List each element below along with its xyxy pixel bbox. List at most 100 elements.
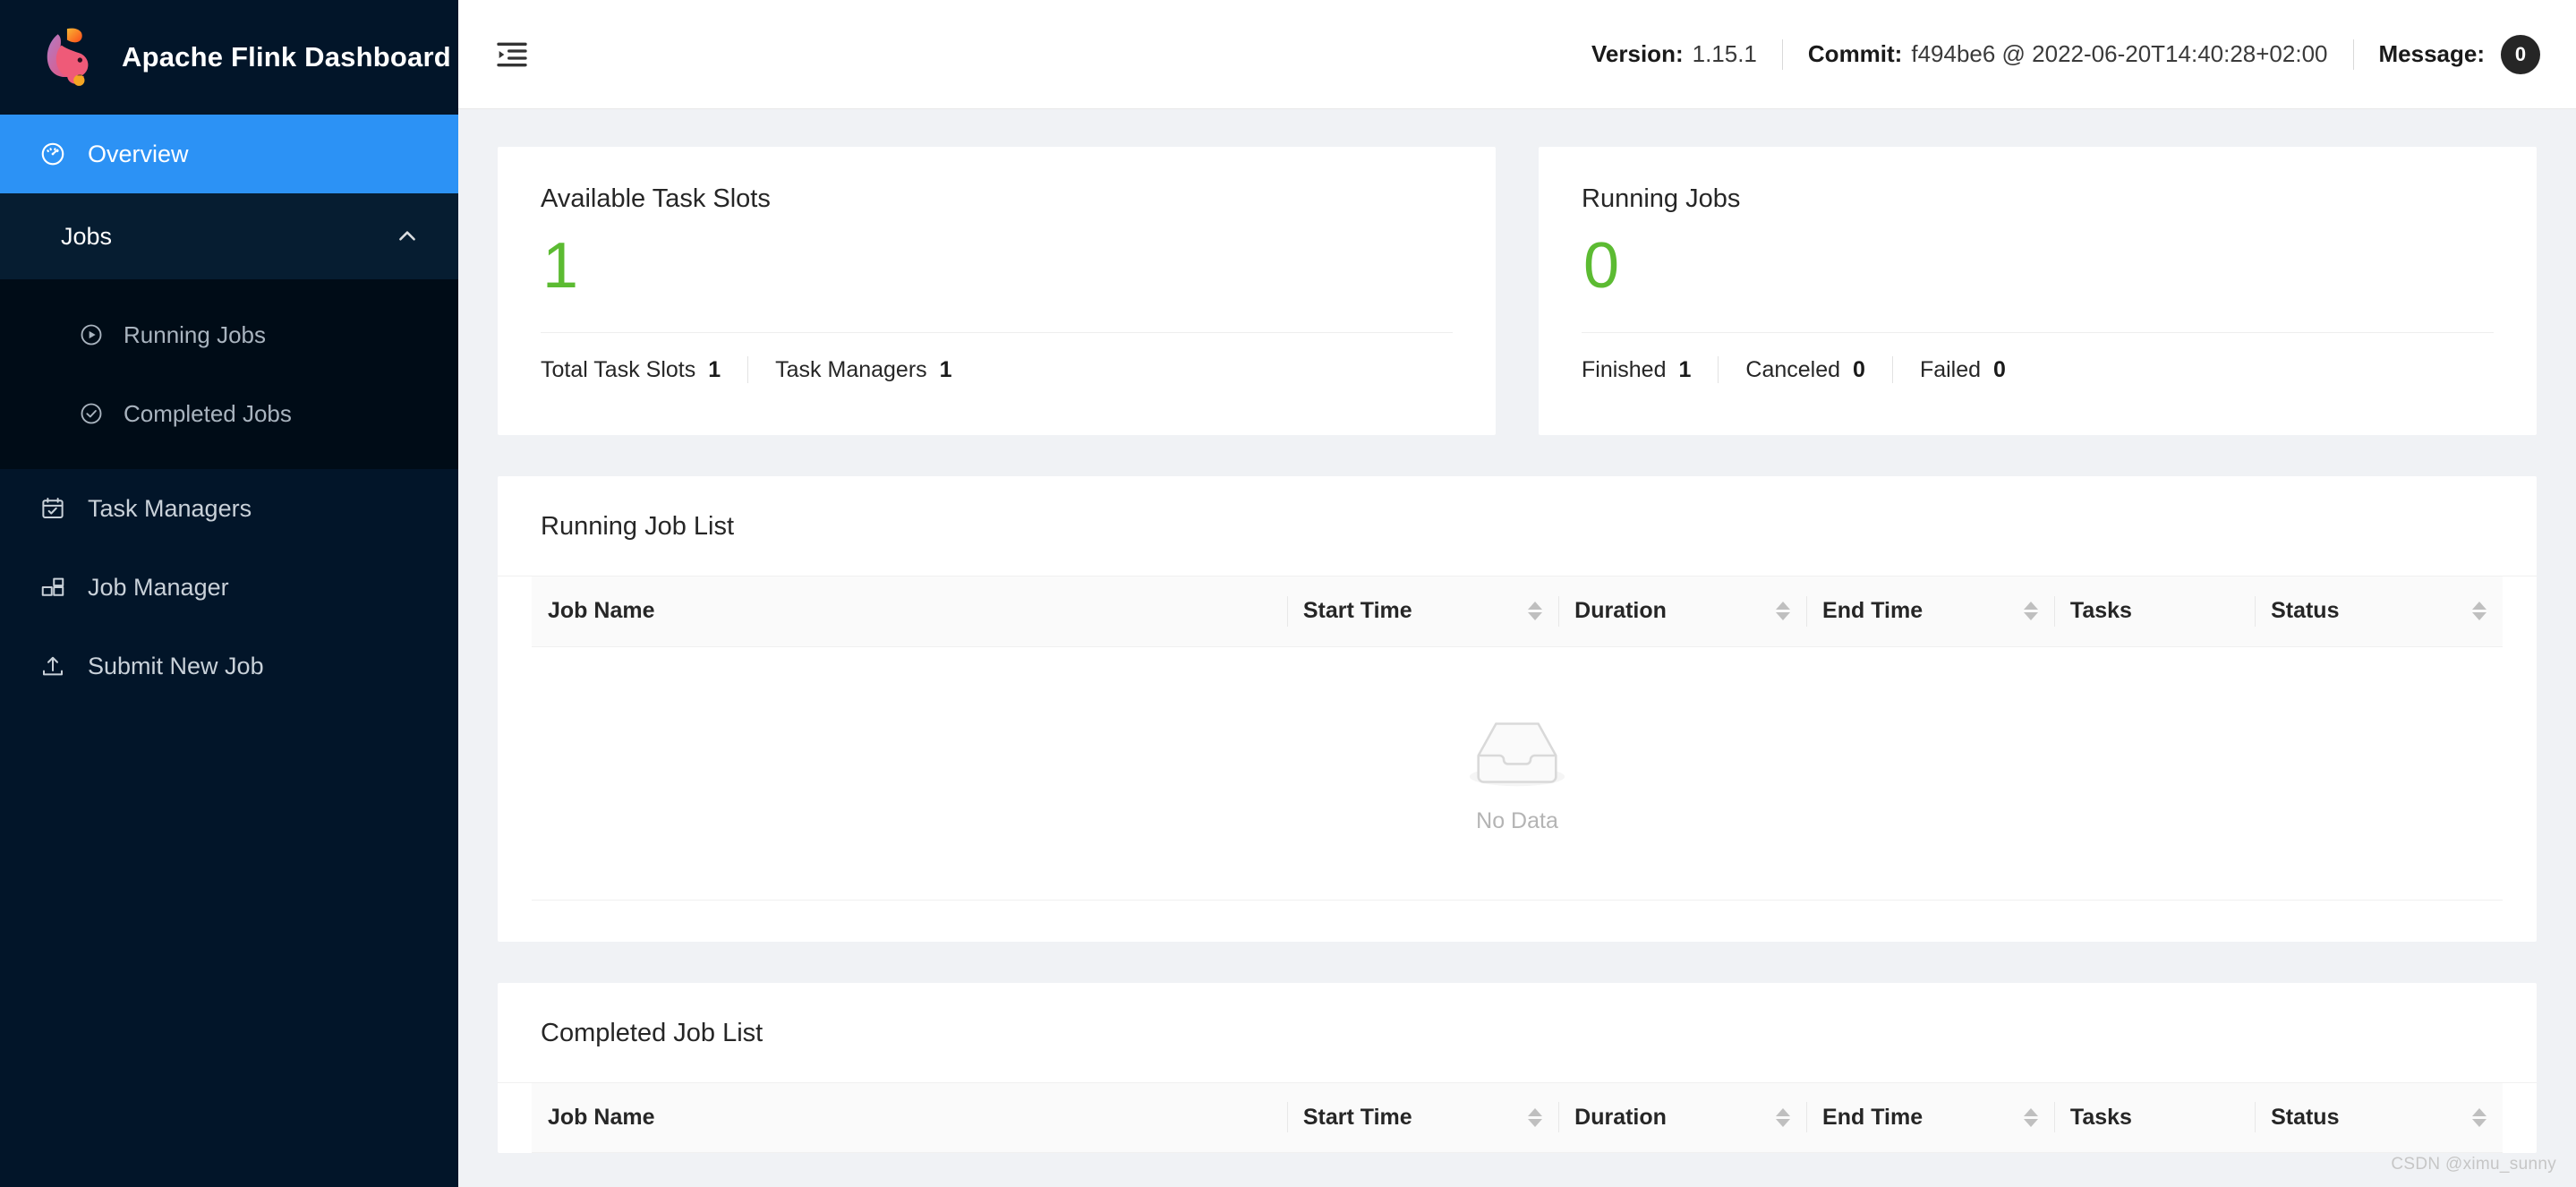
running-job-table-head: Job Name Start Time Duration End Time Ta…: [532, 576, 2503, 647]
check-circle-icon: [79, 401, 104, 426]
schedule-icon: [39, 495, 66, 522]
blocks-icon: [39, 574, 66, 601]
running-job-list-header: Running Job List: [498, 476, 2537, 576]
footer-divider: [747, 356, 749, 383]
column-start-time[interactable]: Start Time: [1286, 576, 1559, 647]
column-label: End Time: [1822, 1104, 1923, 1130]
upload-icon: [39, 653, 66, 679]
column-label: Duration: [1574, 598, 1667, 624]
card-bottom-pad: [498, 901, 2537, 942]
sidebar-item-label-submit-new-job: Submit New Job: [88, 652, 264, 679]
empty-row: No Data: [532, 646, 2503, 901]
sort-icon-end-time[interactable]: [2023, 602, 2038, 621]
completed-job-table-head: Job Name Start Time Duration End Time Ta…: [532, 1082, 2503, 1153]
canceled-label: Canceled: [1745, 356, 1841, 382]
column-tasks[interactable]: Tasks: [2053, 576, 2256, 647]
main-area: Version: 1.15.1 Commit: f494be6 @ 2022-0…: [458, 0, 2576, 1187]
column-start-time[interactable]: Start Time: [1286, 1082, 1559, 1153]
sidebar-item-jobs[interactable]: Jobs: [0, 193, 458, 279]
column-status[interactable]: Status: [2255, 1082, 2503, 1153]
completed-job-list-title: Completed Job List: [541, 1018, 763, 1047]
column-job-name[interactable]: Job Name: [532, 1082, 1287, 1153]
sort-icon-end-time[interactable]: [2023, 1107, 2038, 1127]
column-duration[interactable]: Duration: [1558, 1082, 1807, 1153]
sidebar-item-submit-new-job[interactable]: Submit New Job: [0, 627, 458, 705]
finished-label: Finished: [1582, 356, 1667, 382]
running-job-table-body: No Data: [532, 646, 2503, 901]
failed-value: 0: [1993, 356, 2006, 382]
flink-squirrel-logo: [47, 28, 89, 86]
column-end-time[interactable]: End Time: [1806, 1082, 2054, 1153]
topbar-meta: Version: 1.15.1 Commit: f494be6 @ 2022-0…: [1591, 34, 2540, 74]
column-job-name[interactable]: Job Name: [532, 576, 1287, 647]
menu-fold-button[interactable]: [483, 26, 541, 83]
empty-inbox-icon: [1469, 722, 1565, 787]
sidebar-item-running-jobs[interactable]: Running Jobs: [0, 295, 458, 374]
table-header-row: Job Name Start Time Duration End Time Ta…: [532, 576, 2503, 647]
stat-card-row: Available Task Slots 1 Total Task Slots …: [498, 147, 2537, 435]
column-status[interactable]: Status: [2255, 576, 2503, 647]
sidebar-item-job-manager[interactable]: Job Manager: [0, 548, 458, 627]
sidebar-item-overview[interactable]: Overview: [0, 115, 458, 193]
empty-state-cell: No Data: [532, 646, 2503, 901]
column-label: Tasks: [2069, 1104, 2132, 1130]
sidebar-item-label-task-managers: Task Managers: [88, 494, 252, 522]
total-task-slots-value: 1: [708, 356, 721, 382]
dashboard-gauge-icon: [39, 141, 66, 167]
app-root: Apache Flink Dashboard Overview Jobs Run…: [0, 0, 2576, 1187]
column-label: Job Name: [548, 598, 655, 624]
sidebar-item-label-running-jobs: Running Jobs: [124, 320, 266, 348]
running-jobs-title: Running Jobs: [1582, 184, 1741, 213]
sidebar-item-label-jobs: Jobs: [61, 222, 113, 250]
sidebar-item-completed-jobs[interactable]: Completed Jobs: [0, 374, 458, 453]
running-job-list-card: Running Job List Job Name Start Time Dur…: [498, 476, 2537, 942]
running-jobs-footer: Finished 1 Canceled 0 Failed 0: [1582, 356, 2494, 383]
column-label: Status: [2271, 1104, 2340, 1130]
meta-divider-1: [1781, 38, 1783, 70]
column-label: Duration: [1574, 1104, 1667, 1130]
task-managers-value: 1: [939, 356, 952, 382]
failed-label: Failed: [1919, 356, 1982, 382]
sort-icon-start-time[interactable]: [1528, 1107, 1543, 1127]
column-duration[interactable]: Duration: [1558, 576, 1807, 647]
page-content: Available Task Slots 1 Total Task Slots …: [458, 109, 2576, 1187]
column-tasks[interactable]: Tasks: [2053, 1082, 2256, 1153]
sort-icon-status[interactable]: [2472, 1107, 2486, 1127]
canceled-value: 0: [1853, 356, 1865, 382]
available-task-slots-footer: Total Task Slots 1 Task Managers 1: [541, 356, 1453, 383]
running-job-list-title: Running Job List: [541, 512, 735, 541]
available-task-slots-card: Available Task Slots 1 Total Task Slots …: [498, 147, 1496, 435]
column-label: Tasks: [2069, 598, 2132, 624]
sidebar-item-label-completed-jobs: Completed Jobs: [124, 399, 292, 427]
total-task-slots-label: Total Task Slots: [541, 356, 696, 382]
sort-icon-duration[interactable]: [1776, 602, 1791, 621]
card-divider: [541, 332, 1453, 333]
version-value: 1.15.1: [1692, 40, 1757, 67]
running-job-table-wrap: Job Name Start Time Duration End Time Ta…: [498, 576, 2537, 901]
topbar: Version: 1.15.1 Commit: f494be6 @ 2022-0…: [458, 0, 2576, 109]
finished-value: 1: [1678, 356, 1692, 382]
sidebar: Apache Flink Dashboard Overview Jobs Run…: [0, 0, 458, 1187]
sidebar-item-task-managers[interactable]: Task Managers: [0, 469, 458, 548]
brand: Apache Flink Dashboard: [0, 0, 458, 115]
sort-icon-start-time[interactable]: [1528, 602, 1543, 621]
chevron-up-icon[interactable]: [396, 225, 419, 248]
menu-fold-icon: [497, 42, 527, 66]
sidebar-item-label-job-manager: Job Manager: [88, 573, 229, 601]
column-end-time[interactable]: End Time: [1806, 576, 2054, 647]
completed-job-table: Job Name Start Time Duration End Time Ta…: [532, 1082, 2503, 1153]
available-task-slots-value: 1: [542, 230, 579, 302]
sort-icon-duration[interactable]: [1776, 1107, 1791, 1127]
sort-icon-status[interactable]: [2472, 602, 2486, 621]
completed-job-list-header: Completed Job List: [498, 983, 2537, 1082]
footer-divider: [1891, 356, 1893, 383]
column-label: Job Name: [548, 1104, 655, 1130]
sidebar-submenu-jobs: Running Jobs Completed Jobs: [0, 279, 458, 469]
completed-job-table-wrap: Job Name Start Time Duration End Time Ta…: [498, 1082, 2537, 1153]
empty-state: No Data: [532, 647, 2503, 900]
table-header-row: Job Name Start Time Duration End Time Ta…: [532, 1082, 2503, 1153]
message-count-badge[interactable]: 0: [2501, 34, 2540, 74]
column-label: Start Time: [1302, 1104, 1412, 1130]
empty-state-text: No Data: [1476, 808, 1558, 833]
commit-value: f494be6 @ 2022-06-20T14:40:28+02:00: [1911, 40, 2328, 67]
